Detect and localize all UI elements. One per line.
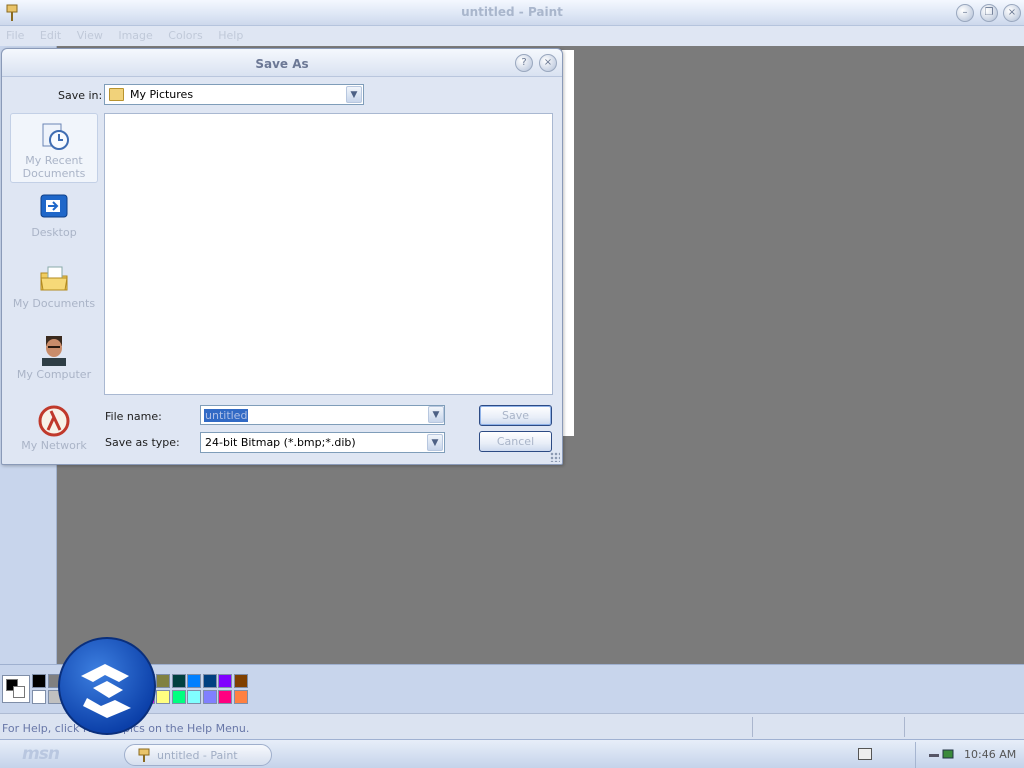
desktop-icon <box>40 194 68 218</box>
menu-file[interactable]: File <box>0 26 30 42</box>
menu-edit[interactable]: Edit <box>34 26 67 42</box>
start-button[interactable]: msn <box>22 744 60 764</box>
color-swatch[interactable] <box>202 674 217 688</box>
menu-colors[interactable]: Colors <box>162 26 208 42</box>
watermark-logo <box>58 637 156 735</box>
save-as-type-label: Save as type: <box>105 436 180 449</box>
background-color <box>13 686 25 698</box>
my-network-icon <box>38 405 70 437</box>
help-button[interactable]: ? <box>515 54 533 72</box>
dialog-title: Save As <box>255 57 309 71</box>
color-swatch[interactable] <box>32 674 46 688</box>
dialog-close-button[interactable]: × <box>539 54 557 72</box>
resize-grip[interactable] <box>550 452 560 462</box>
current-colors[interactable] <box>2 675 30 703</box>
color-swatch[interactable] <box>218 690 232 704</box>
place-my-network[interactable]: My Network <box>10 399 98 469</box>
color-swatch[interactable] <box>171 674 186 688</box>
chevron-down-icon[interactable]: ▼ <box>346 86 362 103</box>
taskbar-paint-button[interactable]: untitled - Paint <box>124 744 272 766</box>
save-in-label: Save in: <box>58 89 103 102</box>
menu-view[interactable]: View <box>71 26 109 42</box>
save-as-dialog: Save As ? × Save in: My Pictures ▼ ◀ ⬆ ✚… <box>1 48 563 465</box>
taskbar: msn untitled - Paint 10:46 AM <box>0 739 1024 768</box>
save-in-value: My Pictures <box>130 88 194 101</box>
menu-image[interactable]: Image <box>112 26 158 42</box>
save-in-dropdown[interactable]: My Pictures ▼ <box>104 84 364 105</box>
save-as-type-dropdown[interactable]: 24-bit Bitmap (*.bmp;*.dib) ▼ <box>200 432 445 453</box>
place-label: My Network <box>21 439 87 452</box>
color-swatch[interactable] <box>218 674 232 688</box>
place-label: Desktop <box>31 226 77 239</box>
window-title: untitled - Paint <box>461 5 563 19</box>
folder-icon <box>109 88 124 101</box>
place-my-documents[interactable]: My Documents <box>10 257 98 327</box>
file-name-input[interactable]: untitled ▼ <box>200 405 445 425</box>
color-swatch[interactable] <box>202 690 217 704</box>
paint-app-icon <box>138 748 150 762</box>
place-label: My Recent Documents <box>22 154 86 180</box>
places-bar: My Recent Documents Desktop My Documents <box>10 111 98 461</box>
dialog-titlebar: Save As ? × <box>2 49 562 77</box>
place-label: My Documents <box>12 297 96 310</box>
place-desktop[interactable]: Desktop <box>10 186 98 256</box>
recent-documents-icon <box>42 123 69 150</box>
color-swatch[interactable] <box>156 674 170 688</box>
color-swatch[interactable] <box>233 674 248 688</box>
color-swatch[interactable] <box>32 690 46 704</box>
canvas-area <box>574 46 1024 664</box>
network-tray-icon[interactable] <box>928 748 956 762</box>
file-name-label: File name: <box>105 410 162 423</box>
menu-help[interactable]: Help <box>212 26 249 42</box>
color-swatch[interactable] <box>156 690 170 704</box>
place-my-recent-documents[interactable]: My Recent Documents <box>10 113 98 183</box>
keyboard-icon[interactable] <box>858 748 872 760</box>
status-divider <box>752 717 753 737</box>
color-swatch[interactable] <box>187 674 201 688</box>
paint-titlebar: untitled - Paint – ❐ × <box>0 0 1024 26</box>
file-list[interactable] <box>104 113 553 395</box>
color-swatch[interactable] <box>171 690 186 704</box>
chevron-down-icon[interactable]: ▼ <box>428 406 444 423</box>
my-documents-icon <box>40 266 68 291</box>
clock[interactable]: 10:46 AM <box>964 748 1016 761</box>
file-name-value: untitled <box>204 409 249 422</box>
my-computer-icon <box>42 336 66 366</box>
save-as-type-value: 24-bit Bitmap (*.bmp;*.dib) <box>205 436 356 449</box>
color-swatch[interactable] <box>233 690 248 704</box>
place-label: My Computer <box>16 368 92 381</box>
restore-button[interactable]: ❐ <box>980 4 998 22</box>
save-button[interactable]: Save <box>479 405 552 426</box>
color-swatch[interactable] <box>187 690 201 704</box>
taskbar-paint-label: untitled - Paint <box>157 749 238 762</box>
close-button[interactable]: × <box>1003 4 1021 22</box>
cancel-button[interactable]: Cancel <box>479 431 552 452</box>
chevron-down-icon[interactable]: ▼ <box>427 434 443 451</box>
drawing-canvas[interactable] <box>562 50 574 436</box>
minimize-button[interactable]: – <box>956 4 974 22</box>
place-my-computer[interactable]: My Computer <box>10 328 98 398</box>
menu-bar: File Edit View Image Colors Help <box>0 26 1024 46</box>
status-divider <box>904 717 905 737</box>
